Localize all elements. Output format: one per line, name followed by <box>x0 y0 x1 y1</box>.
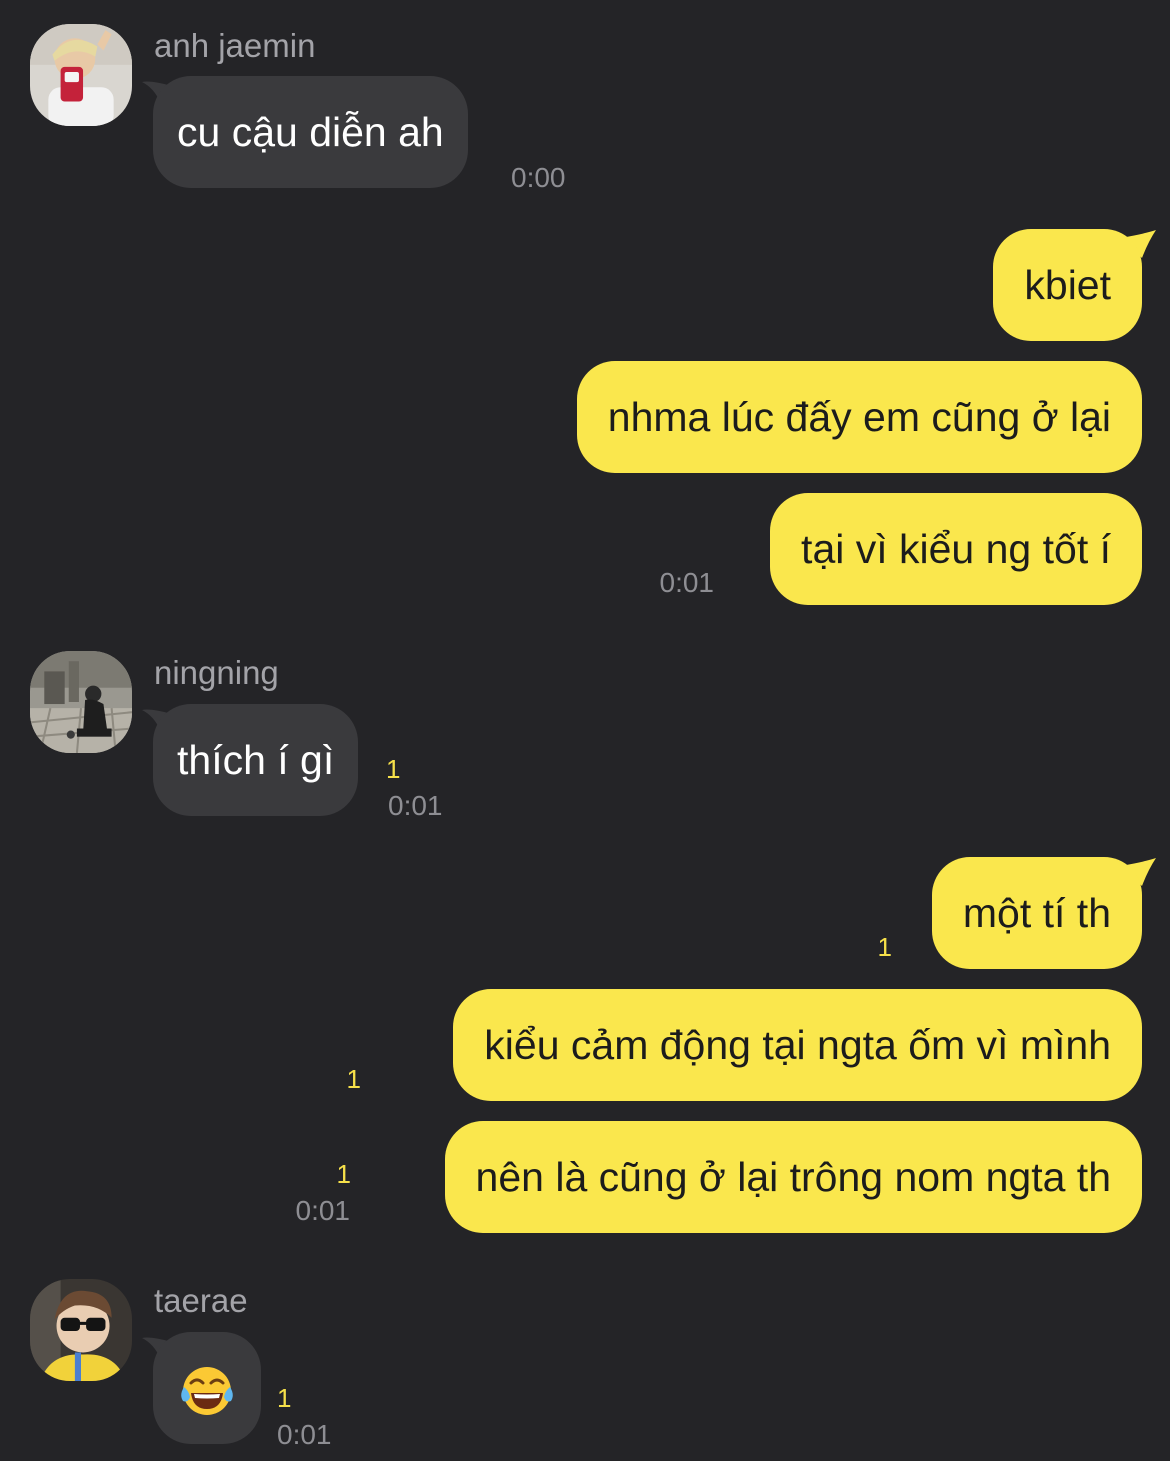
unread-count: 1 <box>877 932 892 962</box>
unread-count: 1 <box>346 1064 361 1094</box>
message-time: 0:01 <box>295 1195 351 1226</box>
message-bubble-incoming[interactable]: cu cậu diễn ah <box>153 76 468 188</box>
message-bubble-outgoing[interactable]: nhma lúc đấy em cũng ở lại <box>576 361 1142 473</box>
message-bubble-outgoing[interactable]: kbiet <box>993 229 1142 341</box>
face-with-tears-of-joy-icon <box>181 1367 233 1416</box>
message-bubble-outgoing[interactable]: một tí th <box>931 857 1142 969</box>
unread-count: 1 <box>277 1383 292 1413</box>
message-bubble-incoming[interactable] <box>153 1332 261 1444</box>
message-bubble-incoming[interactable]: thích í gì <box>153 704 359 816</box>
message-time: 0:01 <box>659 567 715 598</box>
message-bubble-outgoing[interactable]: nên là cũng ở lại trông nom ngta th <box>444 1121 1142 1233</box>
unread-count: 1 <box>386 754 401 784</box>
sender-name: taerae <box>154 1282 248 1319</box>
sender-name: ningning <box>154 654 279 691</box>
unread-count: 1 <box>336 1159 351 1189</box>
avatar-ningning[interactable] <box>30 651 132 753</box>
chat-thread: anh jaemin cu cậu diễn ah 0:00 kbiet nhm… <box>0 0 1170 1461</box>
message-time: 0:01 <box>388 790 443 821</box>
message-time: 0:00 <box>511 162 566 193</box>
avatar-anh-jaemin[interactable] <box>30 24 132 126</box>
message-bubble-outgoing[interactable]: kiểu cảm động tại ngta ốm vì mình <box>453 989 1142 1101</box>
avatar-taerae[interactable] <box>30 1279 132 1381</box>
message-time: 0:01 <box>277 1419 332 1450</box>
sender-name: anh jaemin <box>154 27 316 64</box>
message-bubble-outgoing[interactable]: tại vì kiểu ng tốt í <box>770 493 1142 605</box>
